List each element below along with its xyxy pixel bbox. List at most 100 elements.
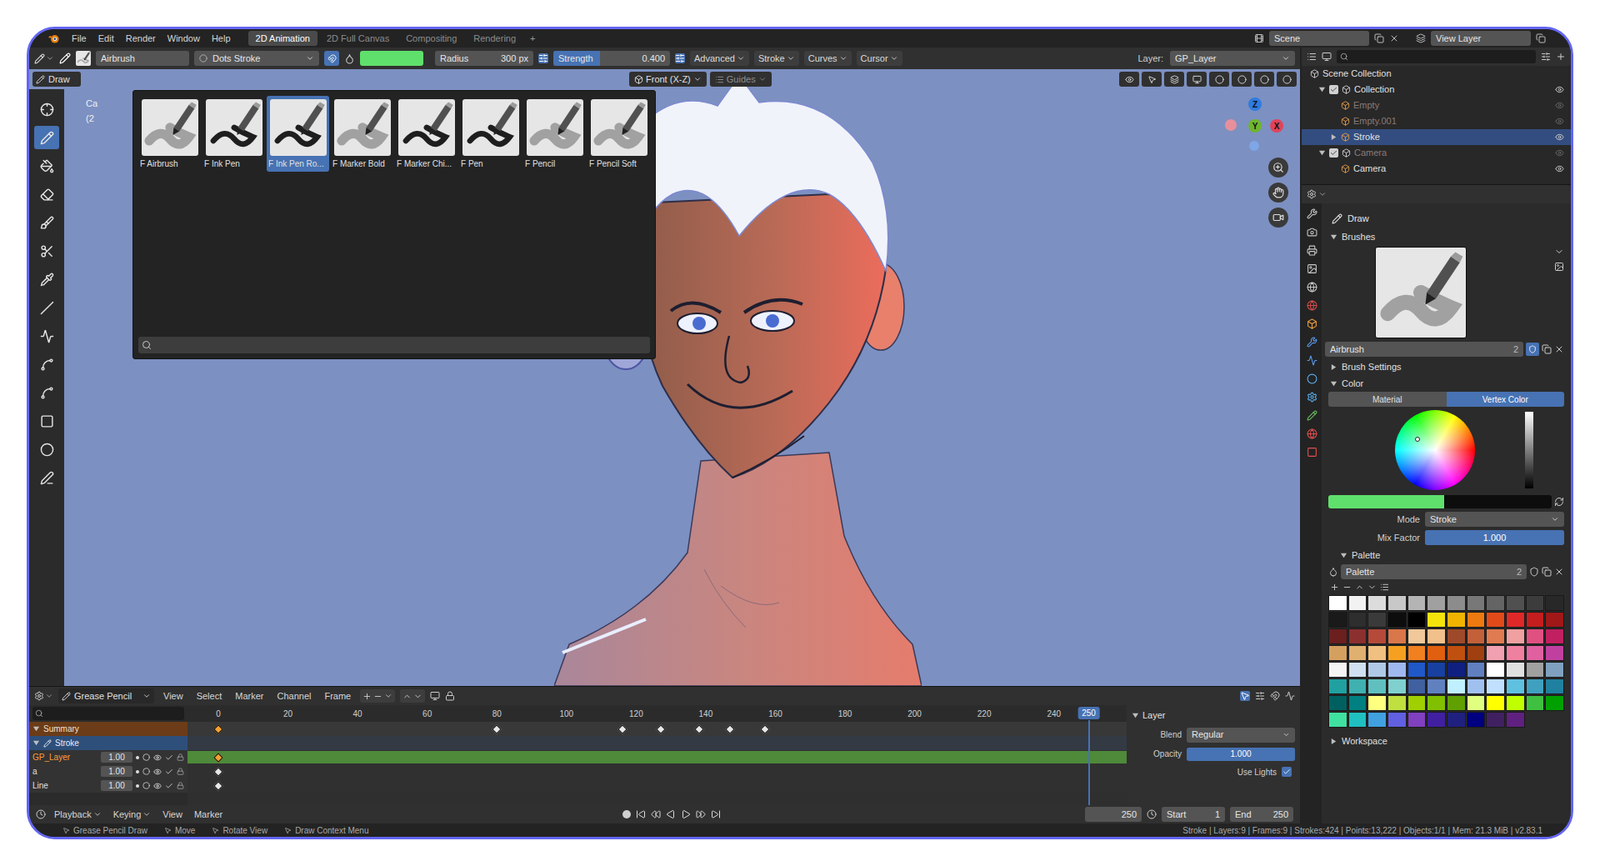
palette-swatch[interactable] — [1446, 595, 1466, 611]
viewport-option-icon[interactable] — [1282, 75, 1292, 85]
palette-swatch[interactable] — [1485, 695, 1505, 711]
color-wheel[interactable] — [1395, 410, 1475, 490]
preview-range-icon[interactable] — [1146, 809, 1157, 820]
properties-tab-icon[interactable] — [1306, 410, 1318, 421]
menu-item[interactable]: Marker — [230, 689, 268, 704]
outliner-item[interactable]: Collection — [1301, 81, 1571, 98]
visibility-icon[interactable] — [1555, 85, 1565, 95]
lock-icon[interactable] — [176, 781, 185, 790]
panel-header[interactable]: Brushes — [1325, 228, 1568, 245]
keyframe[interactable] — [725, 724, 735, 734]
properties-editor-icon[interactable] — [1306, 189, 1317, 200]
visibility-icon[interactable] — [1555, 148, 1565, 158]
fake-user-icon[interactable] — [1529, 566, 1540, 577]
properties-tab-icon[interactable] — [1306, 226, 1318, 238]
start-frame-field[interactable]: Start1 — [1161, 806, 1225, 822]
palette-swatch[interactable] — [1407, 611, 1427, 628]
onion-icon[interactable] — [142, 767, 150, 775]
palette-swatch[interactable] — [1328, 628, 1348, 645]
palette-swatch[interactable] — [1328, 595, 1348, 611]
check-icon[interactable] — [165, 753, 174, 762]
visibility-icon[interactable] — [153, 767, 162, 776]
palette-swatch[interactable] — [1485, 645, 1505, 661]
palette-swatch[interactable] — [1387, 661, 1407, 678]
lock-icon[interactable] — [176, 767, 185, 775]
palette-swatch[interactable] — [1426, 628, 1446, 645]
palette-swatch[interactable] — [1426, 695, 1446, 711]
mix-factor-slider[interactable]: 1.000 — [1425, 530, 1565, 545]
only-selected-icon[interactable] — [1240, 690, 1250, 701]
add-color-icon[interactable] — [1330, 582, 1340, 592]
editor-type-icon[interactable] — [34, 690, 45, 701]
keyframe[interactable] — [213, 780, 223, 790]
palette-swatch[interactable] — [1367, 595, 1387, 611]
palette-swatch[interactable] — [1446, 645, 1466, 661]
opacity-slider[interactable]: 1.000 — [1186, 747, 1295, 761]
channel-search[interactable] — [32, 706, 185, 720]
zoom-icon[interactable] — [1272, 161, 1285, 174]
palette-swatch[interactable] — [1525, 661, 1545, 678]
properties-tab-icon[interactable] — [1306, 336, 1318, 348]
palette-swatch[interactable] — [1367, 678, 1387, 695]
scene-field[interactable]: Scene — [1269, 30, 1370, 46]
properties-tab-icon[interactable] — [1306, 208, 1318, 220]
layer-dropdown[interactable]: GP_Layer — [1170, 50, 1295, 66]
view-dropdown[interactable]: Front (X-Z) — [629, 71, 707, 87]
disclosure-icon[interactable] — [1318, 85, 1326, 94]
new-collection-icon[interactable] — [1555, 51, 1566, 62]
outliner-item[interactable]: Camera — [1301, 145, 1571, 161]
visibility-icon[interactable] — [1555, 164, 1565, 174]
tint-tool-icon[interactable] — [40, 215, 55, 230]
browse-icon[interactable] — [1554, 261, 1565, 272]
guides-toggle[interactable]: Guides — [710, 71, 772, 87]
palette-swatch[interactable] — [1328, 661, 1348, 678]
palette-swatch[interactable] — [1525, 595, 1545, 611]
workspace-tab[interactable]: Compositing — [398, 30, 465, 46]
outliner-item[interactable]: Stroke — [1301, 129, 1571, 145]
properties-tab-icon[interactable] — [1306, 373, 1318, 385]
palette-swatch[interactable] — [1525, 678, 1545, 695]
disclosure-icon[interactable] — [32, 725, 40, 733]
current-frame-field[interactable]: 250 — [1085, 806, 1142, 822]
move-down-icon[interactable] — [413, 691, 423, 701]
palette-swatch[interactable] — [1446, 661, 1466, 678]
menu-item[interactable]: Frame — [320, 689, 355, 704]
palette-swatch[interactable] — [1387, 611, 1407, 628]
palette-swatch[interactable] — [1485, 611, 1505, 628]
playback-menu[interactable]: Keying — [110, 807, 155, 822]
disclosure-icon[interactable] — [1131, 711, 1140, 720]
playback-menu[interactable]: Marker — [190, 807, 226, 822]
palette-name-field[interactable]: Palette2 — [1340, 564, 1527, 580]
properties-tab-icon[interactable] — [1306, 446, 1318, 458]
palette-swatch[interactable] — [1348, 661, 1368, 678]
polyline-tool-icon[interactable] — [40, 329, 55, 344]
palette-swatch[interactable] — [1328, 611, 1348, 628]
unlink-icon[interactable] — [1554, 344, 1565, 355]
blend-dropdown[interactable]: Regular — [1186, 727, 1295, 743]
palette-swatch[interactable] — [1328, 645, 1348, 661]
brush-item[interactable]: F Ink Pen Ro... — [266, 95, 330, 172]
visibility-icon[interactable] — [1555, 132, 1565, 142]
interpolation-icon[interactable] — [1285, 690, 1295, 701]
palette-swatch[interactable] — [1348, 678, 1368, 695]
palette-swatch[interactable] — [1525, 695, 1545, 711]
palette-swatch[interactable] — [1485, 628, 1505, 645]
palette-swatch[interactable] — [1446, 678, 1466, 695]
color-mode-dropdown[interactable]: Stroke — [1425, 511, 1565, 527]
use-lights-checkbox[interactable] — [1281, 766, 1292, 777]
menu-item[interactable]: File — [65, 31, 93, 46]
palette-swatch[interactable] — [1485, 595, 1505, 611]
palette-swatch[interactable] — [1367, 628, 1387, 645]
palette-swatch[interactable] — [1426, 611, 1446, 628]
channel-row[interactable]: Summary — [29, 721, 188, 736]
lock-icon[interactable] — [176, 753, 185, 761]
menu-item[interactable]: View — [159, 689, 188, 704]
palette-swatch[interactable] — [1328, 711, 1348, 728]
onion-icon[interactable] — [142, 781, 150, 790]
palette-swatch[interactable] — [1466, 678, 1486, 695]
palette-swatch[interactable] — [1407, 695, 1427, 711]
brush-item[interactable]: F Pencil Soft — [587, 95, 650, 172]
palette-swatch[interactable] — [1485, 711, 1505, 728]
disclosure-icon[interactable] — [1330, 233, 1338, 241]
fill-tool-icon[interactable] — [40, 159, 55, 174]
